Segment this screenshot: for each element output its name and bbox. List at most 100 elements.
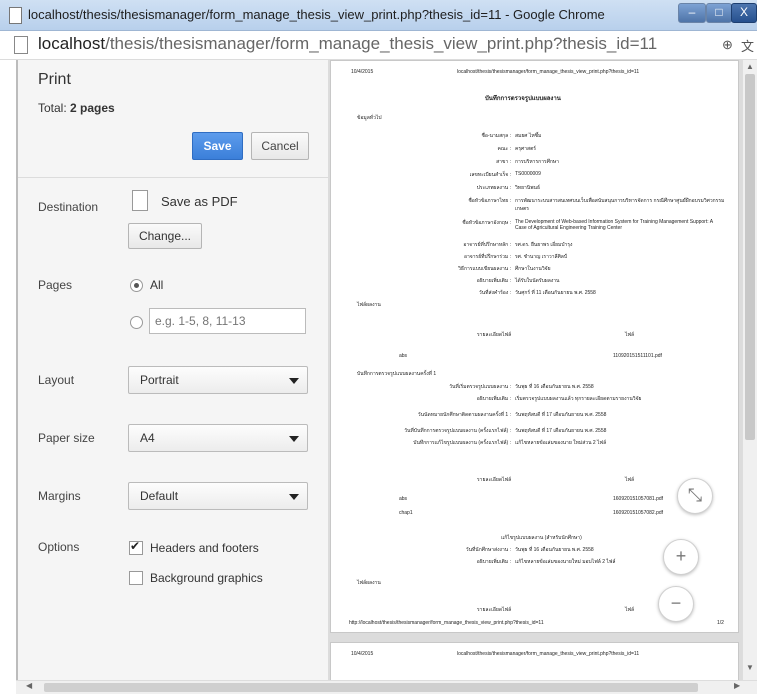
horizontal-scrollbar[interactable]: ◀ ▶	[16, 680, 757, 694]
field-label: ชื่อ-นามสกุล :	[481, 133, 511, 139]
field-value: ครุศาสตร์	[515, 146, 536, 152]
field-row: ชื่อ-นามสกุล : สมยศ ไหซึ้ม	[331, 132, 736, 141]
field-row: บันทึกการแก้ไขรูปแบบผลงาน (ครั้งแรกไฟล์)…	[331, 439, 736, 448]
section-fix: แก้ไขรูปแบบผลงาน (สำหรับนักศึกษา)	[501, 535, 582, 541]
translate-icon[interactable]: 文	[741, 36, 754, 55]
paper-size-select[interactable]: A4	[128, 424, 308, 452]
field-label: บันทึกการแก้ไขรูปแบบผลงาน (ครั้งแรกไฟล์)…	[413, 440, 511, 446]
scroll-down-icon[interactable]: ▼	[746, 663, 754, 672]
field-label: วันที่เริ่มตรวจรูปแบบผลงาน :	[449, 384, 511, 390]
zoom-icon[interactable]: ⊕	[722, 37, 733, 53]
pages-all-radio[interactable]	[130, 279, 143, 292]
field-value: วันพุธ ที่ 16 เดือนกันยายน พ.ศ. 2558	[515, 384, 594, 390]
zoom-in-button[interactable]: +	[663, 539, 699, 575]
layout-select[interactable]: Portrait	[128, 366, 308, 394]
url-text[interactable]: localhost/thesis/thesismanager/form_mana…	[38, 34, 657, 54]
scrollbar-thumb[interactable]	[745, 74, 755, 440]
field-label: อธิบายเพิ่มเติม :	[476, 559, 511, 565]
field-value: วิทยานิพนธ์	[515, 185, 541, 191]
field-row: อาจารย์ที่ปรึกษาร่วม : รศ. ชำนาญ เราวาลีศ…	[331, 253, 736, 262]
field-row: อธิบายเพิ่มเติม : ได้รับใบนัดรับผลงาน	[331, 277, 736, 286]
field-label: วันนัดหมายนักศึกษาติดตามผลงานครั้งที่ 1 …	[417, 412, 511, 418]
section-files-3: ไฟล์ผลงาน	[357, 580, 381, 586]
headers-footers-label[interactable]: Headers and footers	[150, 541, 259, 555]
field-label: วันที่นักศึกษาส่งงาน :	[465, 547, 511, 553]
pdf-document-icon	[132, 190, 148, 211]
file-row-file: 160920151057081.pdf	[613, 496, 664, 502]
field-row: อาจารย์ที่ปรึกษาหลัก : รศ.ดร. ยืนยาพร เอี…	[331, 241, 736, 250]
field-row: คณะ : ครุศาสตร์	[331, 145, 736, 154]
print-settings-panel: Print Total: 2 pages Save Cancel Destina…	[16, 60, 330, 680]
preview-page-2: 10/4/2015 localhost/thesis/thesismanager…	[330, 642, 739, 682]
scroll-right-icon[interactable]: ▶	[734, 681, 740, 690]
field-value: การบริหารการศึกษา	[515, 159, 559, 165]
field-row: เลขทะเบียนสำเร็จ : TS0000009	[331, 171, 736, 180]
field-row: วันนัดหมายนักศึกษาติดตามผลงานครั้งที่ 1 …	[331, 411, 736, 420]
margins-value: Default	[140, 489, 179, 503]
file-row-name: chap1	[399, 510, 413, 516]
files-header-file: ไฟล์	[625, 477, 635, 483]
margins-select[interactable]: Default	[128, 482, 308, 510]
zoom-out-button[interactable]: −	[658, 586, 694, 622]
page-total: Total: 2 pages	[38, 101, 115, 115]
document-heading: บันทึกการตรวจรูปแบบผลงาน	[485, 96, 561, 102]
page-header-url: localhost/thesis/thesismanager/form_mana…	[457, 69, 640, 75]
section-files: ไฟล์ผลงาน	[357, 302, 381, 308]
field-row: วันที่ส่งคำร้อง : วันศุกร์ ที่ 11 เดือนกั…	[331, 289, 736, 298]
field-label: อธิบายเพิ่มเติม :	[476, 396, 511, 402]
page-footer-page: 1/2	[717, 620, 724, 626]
field-value: ได้รับใบนัดรับผลงาน	[515, 278, 560, 284]
cancel-button[interactable]: Cancel	[251, 132, 309, 160]
address-bar[interactable]: localhost/thesis/thesismanager/form_mana…	[0, 31, 757, 60]
vertical-scrollbar[interactable]: ▲ ▼	[742, 60, 757, 680]
field-label: ชื่อหัวข้อภาษาอังกฤษ :	[462, 220, 511, 226]
files-header-name: รายละเอียดไฟล์	[477, 607, 512, 613]
pages-range-input[interactable]	[149, 308, 306, 334]
pages-range-radio[interactable]	[130, 316, 143, 329]
change-destination-button[interactable]: Change...	[128, 223, 202, 249]
print-preview-area[interactable]: 10/4/2015 localhost/thesis/thesismanager…	[328, 60, 742, 682]
minimize-button[interactable]: –	[678, 3, 706, 23]
page-header-date: 10/4/2015	[351, 651, 374, 657]
field-value: เริ่มตรวจรูปแบบผลงานแล้ว ทุกรายละเอียดตา…	[515, 396, 642, 402]
layout-label: Layout	[38, 373, 75, 387]
field-row: วันที่บันทึกการตรวจรูปแบบผลงาน (ครั้งแรก…	[331, 427, 736, 436]
field-row: ชื่อหัวข้อภาษาไทย : การพัฒนาระบบสารสนเทศบ…	[331, 197, 736, 212]
divider	[18, 177, 329, 178]
field-label: วันที่บันทึกการตรวจรูปแบบผลงาน (ครั้งแรก…	[404, 428, 511, 434]
file-row-name: abs	[399, 496, 408, 502]
pages-all-label[interactable]: All	[150, 278, 163, 292]
fit-to-page-icon[interactable]: ⤡	[677, 478, 713, 514]
maximize-button[interactable]: □	[706, 3, 732, 23]
scrollbar-thumb[interactable]	[44, 683, 698, 692]
field-row: ประเภทผลงาน : วิทยานิพนธ์	[331, 184, 736, 193]
paper-size-value: A4	[140, 431, 155, 445]
destination-value: Save as PDF	[161, 194, 238, 209]
field-value: ศึกษาในงานวิจัย	[515, 266, 551, 272]
field-value: สมยศ ไหซึ้ม	[515, 133, 542, 139]
scroll-up-icon[interactable]: ▲	[746, 62, 754, 71]
chevron-down-icon	[289, 378, 299, 384]
chevron-down-icon	[289, 494, 299, 500]
file-row-name: abs	[399, 353, 408, 359]
field-label: อธิบายเพิ่มเติม :	[476, 278, 511, 284]
files-header-file: ไฟล์	[625, 332, 635, 338]
options-label: Options	[38, 540, 80, 554]
file-row-file: 160920151057082.pdf	[613, 510, 664, 516]
field-value: รศ.ดร. ยืนยาพร เอี่ยมบำรุง	[515, 242, 573, 248]
field-label: ประเภทผลงาน :	[476, 185, 511, 191]
field-value: แก้ไขหลายข้อเล่มของนายใหม่ มอบไฟล์ 2 ไฟล…	[515, 559, 616, 565]
headers-footers-checkbox[interactable]	[129, 539, 143, 555]
background-graphics-label[interactable]: Background graphics	[150, 571, 263, 585]
destination-label: Destination	[38, 200, 99, 214]
close-button[interactable]: X	[731, 3, 757, 23]
paper-size-label: Paper size	[38, 431, 95, 445]
scroll-left-icon[interactable]: ◀	[26, 681, 32, 690]
field-value: วันศุกร์ ที่ 11 เดือนกันยายน พ.ศ. 2558	[515, 290, 596, 296]
page-icon	[14, 36, 28, 54]
background-graphics-checkbox[interactable]	[129, 571, 143, 585]
window-title: localhost/thesis/thesismanager/form_mana…	[28, 7, 605, 22]
save-button[interactable]: Save	[192, 132, 243, 160]
field-label: วิธีการแบบเขียนผลงาน :	[458, 266, 511, 272]
section-general-info: ข้อมูลทั่วไป	[357, 115, 382, 121]
